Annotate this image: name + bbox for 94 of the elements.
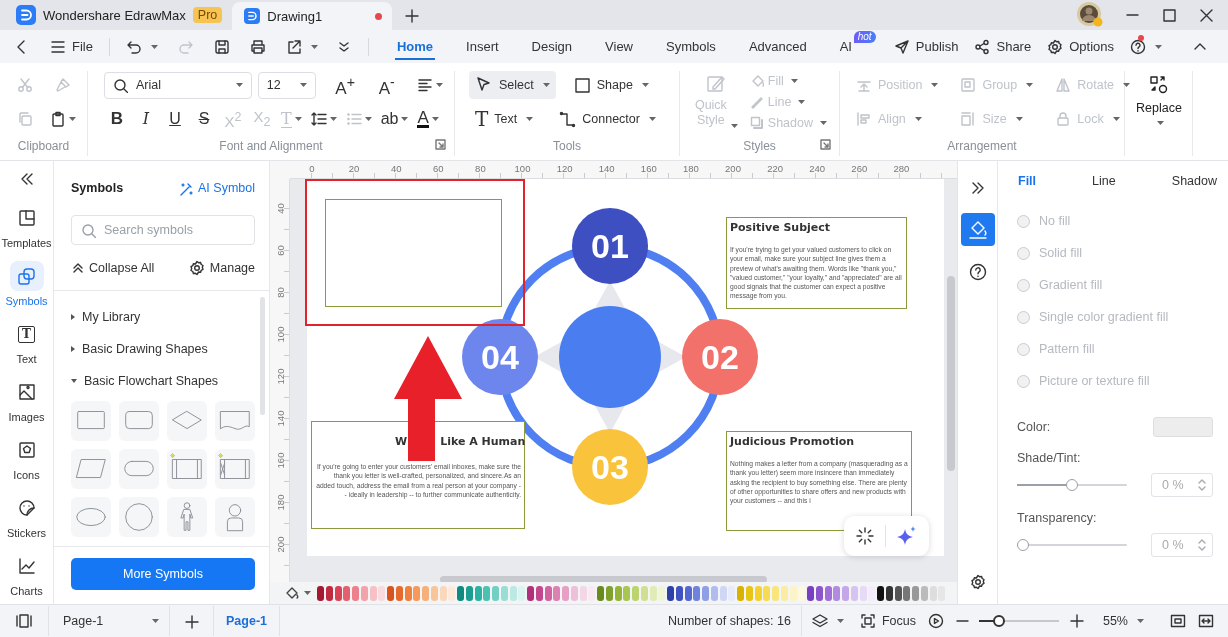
ruler-label: 160	[640, 163, 657, 174]
page-select[interactable]: Page-1	[49, 606, 169, 636]
step-number: 02	[701, 338, 739, 376]
ruler-label: 40	[390, 163, 402, 174]
text-box-title: Judicious Promotion	[730, 434, 855, 449]
menu-tab[interactable]: Insert	[464, 30, 501, 63]
ruler-label: 140	[274, 409, 286, 429]
ruler-label: 260	[851, 163, 868, 174]
manage-button[interactable]: Manage	[188, 259, 255, 276]
menu-tab[interactable]: Symbols	[664, 30, 718, 63]
document-tab[interactable]: Drawing1	[232, 2, 393, 30]
library-item[interactable]: Basic Drawing Shapes	[71, 333, 255, 365]
panel-title: Symbols	[71, 181, 124, 195]
font-size-select[interactable]: 12	[257, 71, 317, 99]
library-item[interactable]: My Library	[71, 301, 255, 333]
text-box-title: Positive Subject	[730, 220, 831, 235]
bold-button[interactable]: B	[104, 105, 130, 133]
menu-tab[interactable]: Advanced	[746, 30, 809, 63]
ruler-label: 180	[682, 163, 699, 174]
ruler-label: 140	[598, 163, 615, 174]
text-icon: T	[18, 325, 35, 343]
ruler-label: 100	[274, 325, 286, 345]
collapse-all-button[interactable]: Collapse All	[71, 260, 155, 275]
file-menu[interactable]: File	[46, 33, 97, 60]
field-label: Color:	[1017, 420, 1051, 434]
sidebar-item[interactable]: Icons	[0, 429, 53, 487]
publish-button[interactable]: Publish	[889, 33, 963, 60]
library-item[interactable]: Basic Flowchart Shapes	[71, 365, 255, 397]
group-label: Styles	[743, 139, 776, 153]
step-number: 01	[591, 227, 629, 265]
panel-tab[interactable]: Line	[1092, 174, 1116, 188]
tool-button[interactable]: T Text	[469, 105, 540, 133]
plan-badge: Pro	[192, 7, 223, 23]
ruler-label: 20	[348, 163, 360, 174]
tool-button[interactable]: Select	[469, 71, 556, 99]
sidebar-item[interactable]: Stickers	[0, 487, 53, 545]
sidebar-item[interactable]: Charts	[0, 545, 53, 603]
ruler-label: 0	[309, 163, 315, 174]
app-name: Wondershare EdrawMax	[43, 7, 186, 23]
sidebar-item[interactable]: Symbols	[0, 255, 53, 313]
ruler-label: 220	[767, 163, 783, 174]
ruler-label: 80	[274, 286, 286, 300]
field-label: Transparency:	[1017, 511, 1098, 525]
ruler-label: 160	[274, 451, 286, 471]
underline-button[interactable]: U	[162, 105, 188, 133]
ruler-label: 120	[274, 367, 286, 387]
ruler-label: 60	[433, 163, 444, 174]
shrink-font-button[interactable]: A$^{-}$	[373, 71, 400, 99]
ai-symbol-link[interactable]: AI Symbol	[178, 180, 255, 196]
ruler-label: 80	[475, 163, 486, 174]
replace-button[interactable]: Replace	[1135, 71, 1183, 125]
group-label: Clipboard	[17, 139, 70, 153]
group-label: Tools	[553, 139, 581, 153]
ruler-label: 200	[725, 163, 741, 174]
highlight-button[interactable]: ab	[377, 105, 412, 133]
ruler-label: 180	[274, 493, 286, 513]
tool-button[interactable]: Shape	[567, 71, 655, 99]
ruler-label: 60	[274, 244, 286, 258]
panel-tab[interactable]: Shadow	[1171, 174, 1217, 188]
group-label: Font and Alignment	[219, 139, 323, 153]
sidebar-item[interactable]: Templates	[0, 197, 53, 255]
focus-button[interactable]: Focus	[853, 606, 922, 636]
sidebar-item[interactable]: Images	[0, 371, 53, 429]
hot-badge: hot	[853, 31, 876, 43]
ruler-label: 200	[274, 535, 286, 555]
ruler-label: 40	[274, 202, 286, 216]
step-number: 04	[481, 338, 519, 376]
more-symbols-button[interactable]: More Symbols	[71, 558, 255, 590]
menu-tab[interactable]: Home	[394, 30, 436, 63]
italic-button[interactable]: I	[133, 105, 159, 133]
menu-tab[interactable]: View	[603, 30, 635, 63]
ruler-label: 100	[514, 163, 531, 174]
search-field[interactable]: Search symbols	[71, 215, 255, 245]
group-label: Arrangement	[947, 139, 1017, 153]
ruler-label: 120	[556, 163, 573, 174]
menu-tab[interactable]: AI	[837, 30, 854, 63]
menu-tab[interactable]: Design	[529, 30, 575, 63]
font-color-button[interactable]: A	[414, 105, 442, 133]
font-family-select[interactable]: Arial	[104, 71, 252, 99]
ruler-label: 240	[809, 163, 826, 174]
zoom-select[interactable]: 55%	[1096, 606, 1150, 636]
sidebar-item[interactable]: T Text	[0, 313, 53, 371]
grow-font-button[interactable]: A$^{+}$	[332, 71, 359, 99]
share-button[interactable]: Share	[970, 33, 1036, 60]
options-button[interactable]: Options	[1043, 33, 1118, 60]
shape-count: Number of shapes: 16	[667, 614, 792, 628]
step-number: 03	[591, 448, 629, 486]
strikethrough-button[interactable]: S	[191, 105, 217, 133]
ruler-label: 280	[893, 163, 910, 174]
tool-button[interactable]: Connector	[553, 105, 662, 133]
text-box-title: W	[395, 434, 408, 449]
field-label: Shade/Tint:	[1017, 451, 1082, 465]
page-tab[interactable]: Page-1	[214, 606, 279, 636]
panel-tab[interactable]: Fill	[1018, 174, 1037, 188]
